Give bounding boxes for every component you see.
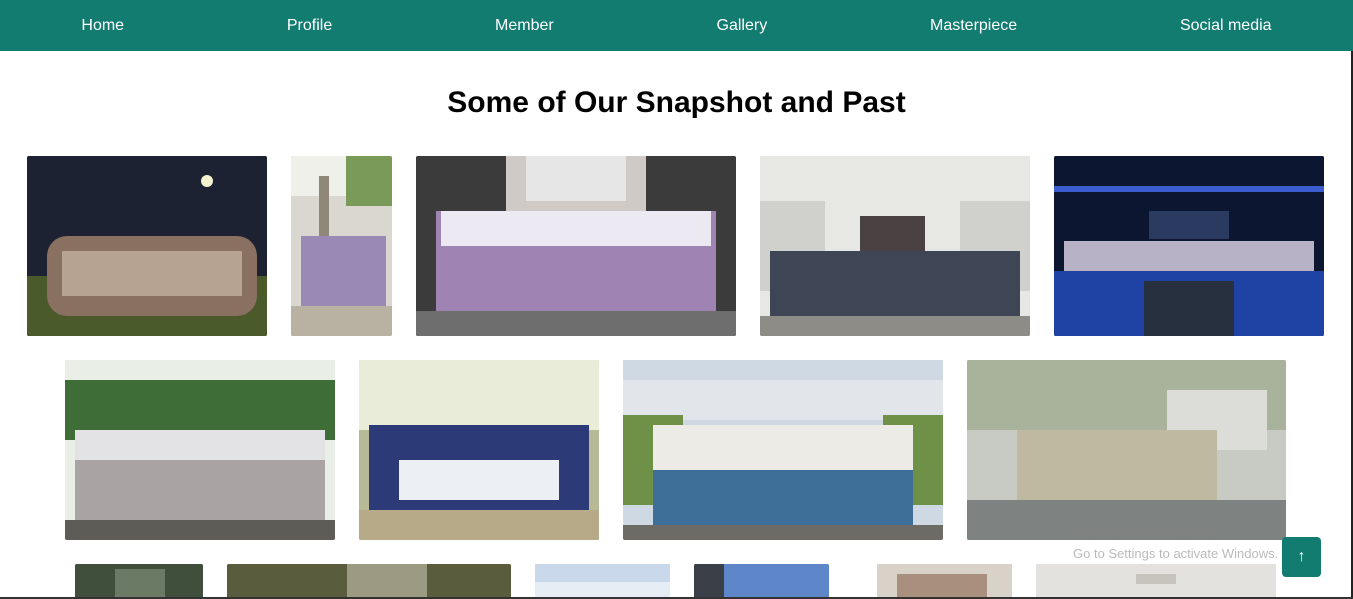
- nav-masterpiece-link[interactable]: Masterpiece: [930, 17, 1017, 35]
- nav-home-link[interactable]: Home: [81, 17, 124, 35]
- gallery-photo-partial-1[interactable]: [75, 564, 203, 599]
- gallery-photo-partial-6[interactable]: [1036, 564, 1276, 599]
- nav-gallery-link[interactable]: Gallery: [717, 17, 768, 35]
- gallery-photo-partial-5[interactable]: [877, 564, 1012, 599]
- gallery-photo-partial-2[interactable]: [227, 564, 511, 599]
- nav-profile-link[interactable]: Profile: [287, 17, 332, 35]
- gallery-photo-building-group[interactable]: [291, 156, 392, 336]
- gallery-photo-white-building-group[interactable]: [760, 156, 1030, 336]
- gallery-photo-faded-schoolyard[interactable]: [967, 360, 1286, 540]
- arrow-up-icon: ↑: [1297, 548, 1306, 565]
- gallery-photo-night-group[interactable]: [27, 156, 267, 336]
- watermark-subtitle: Go to Settings to activate Windows.: [1073, 546, 1279, 561]
- top-navbar: Home Profile Member Gallery Masterpiece …: [0, 0, 1353, 51]
- gallery-photo-trees-group[interactable]: [65, 360, 335, 540]
- gallery-photo-hijab-group-lavender[interactable]: [416, 156, 736, 336]
- gallery-title: Some of Our Snapshot and Past: [447, 86, 906, 119]
- scroll-to-top-button[interactable]: ↑: [1282, 537, 1321, 577]
- gallery-photo-partial-4-sky[interactable]: [694, 564, 829, 599]
- gallery-photo-blue-skirts-group[interactable]: [623, 360, 943, 540]
- nav-social-media-link[interactable]: Social media: [1180, 17, 1272, 35]
- gallery-photo-stage-performance[interactable]: [1054, 156, 1324, 336]
- gallery-photo-partial-3-sky[interactable]: [535, 564, 670, 599]
- nav-member-link[interactable]: Member: [495, 17, 554, 35]
- gallery-photo-blue-uniform-sunflare[interactable]: [359, 360, 599, 540]
